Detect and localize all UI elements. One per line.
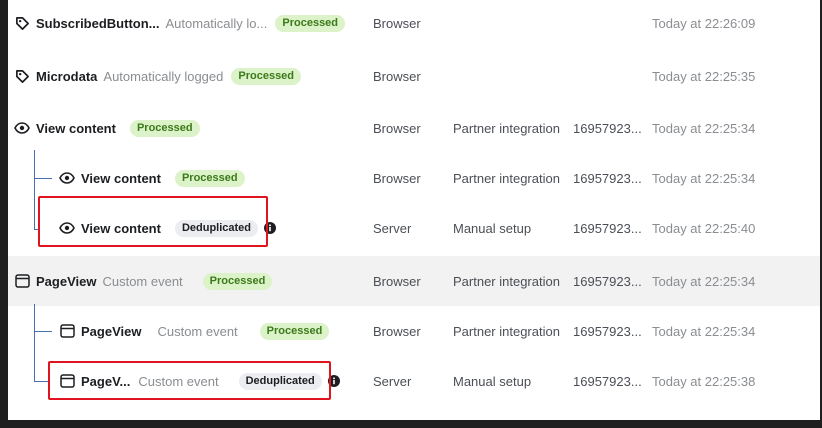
tree-connector [34, 331, 52, 332]
setup-cell: Partner integration [453, 323, 560, 339]
table-row[interactable]: PageView Custom event Processed Browser … [8, 256, 820, 306]
tag-icon [14, 15, 30, 31]
eye-icon [59, 170, 75, 186]
highlight-box [48, 361, 331, 400]
setup-cell: Partner integration [453, 273, 560, 289]
table-row[interactable]: PageView Custom event Processed Browser … [8, 306, 820, 356]
event-name[interactable]: View content [81, 171, 161, 186]
event-subtitle: Automatically lo... [165, 15, 268, 31]
source-cell: Browser [373, 68, 421, 84]
timestamp-cell: Today at 22:25:40 [652, 220, 756, 236]
tree-connector [34, 304, 35, 382]
tree-connector [34, 178, 52, 179]
event-subtitle: Automatically logged [103, 68, 224, 84]
event-name-cell: SubscribedButton... Automatically lo... … [14, 0, 346, 48]
timestamp-cell: Today at 22:25:34 [652, 120, 756, 136]
window-icon [59, 323, 75, 339]
eye-icon [14, 120, 30, 136]
timestamp-cell: Today at 22:25:34 [652, 273, 756, 289]
setup-cell: Manual setup [453, 373, 532, 389]
tag-icon [14, 68, 30, 84]
event-name-cell: Microdata Automatically logged Processed [14, 51, 302, 101]
event-name[interactable]: PageView [36, 274, 96, 289]
event-id-cell: 16957923... [573, 323, 642, 339]
timestamp-cell: Today at 22:25:34 [652, 170, 756, 186]
setup-cell: Partner integration [453, 170, 560, 186]
event-id-cell: 16957923... [573, 273, 642, 289]
event-id-cell: 16957923... [573, 170, 642, 186]
timestamp-cell: Today at 22:25:38 [652, 373, 756, 389]
timestamp-cell: Today at 22:25:34 [652, 323, 756, 339]
event-name[interactable]: SubscribedButton... [36, 16, 160, 31]
setup-cell: Partner integration [453, 120, 560, 136]
source-cell: Server [373, 220, 412, 236]
status-badge: Processed [129, 119, 200, 137]
timestamp-cell: Today at 22:25:35 [652, 68, 756, 84]
event-name-cell: PageView Custom event Processed [14, 256, 273, 306]
setup-cell: Manual setup [453, 220, 532, 236]
table-row[interactable]: Microdata Automatically logged Processed… [8, 51, 820, 101]
event-name-cell: PageView Custom event Processed [59, 306, 330, 356]
source-cell: Browser [373, 273, 421, 289]
source-cell: Browser [373, 120, 421, 136]
event-name[interactable]: View content [36, 121, 116, 136]
source-cell: Browser [373, 323, 421, 339]
timestamp-cell: Today at 22:26:09 [652, 15, 756, 31]
tree-connector [34, 381, 48, 382]
event-id-cell: 16957923... [573, 220, 642, 236]
event-id-cell: 16957923... [573, 373, 642, 389]
event-subtitle: Custom event [157, 323, 238, 339]
tree-connector [34, 150, 35, 230]
window-icon [14, 273, 30, 289]
status-badge: Processed [259, 322, 330, 340]
source-cell: Browser [373, 170, 421, 186]
event-name[interactable]: PageView [81, 324, 141, 339]
event-id-cell: 16957923... [573, 120, 642, 136]
event-subtitle: Custom event [102, 273, 183, 289]
highlight-box [38, 196, 268, 247]
event-name-cell: View content Processed [14, 103, 200, 153]
events-table: SubscribedButton... Automatically lo... … [8, 0, 820, 420]
event-name[interactable]: Microdata [36, 69, 97, 84]
status-badge: Processed [275, 14, 346, 32]
table-row[interactable]: SubscribedButton... Automatically lo... … [8, 0, 820, 48]
table-row[interactable]: View content Processed Browser Partner i… [8, 103, 820, 153]
status-badge: Processed [202, 272, 273, 290]
status-badge: Processed [231, 67, 302, 85]
source-cell: Server [373, 373, 412, 389]
status-badge: Processed [174, 169, 245, 187]
source-cell: Browser [373, 15, 421, 31]
